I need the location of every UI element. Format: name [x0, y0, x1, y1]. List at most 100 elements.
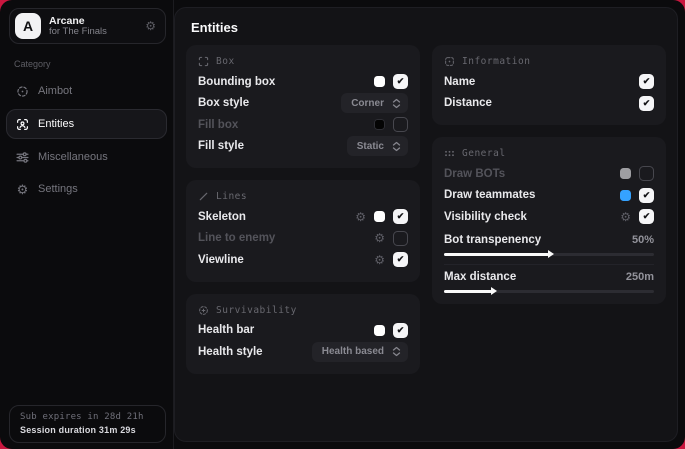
sidebar: A Arcane for The Finals ⚙ Category Aimbo…	[0, 0, 174, 449]
slider-thumb[interactable]	[548, 250, 554, 258]
profile-gear-icon[interactable]: ⚙	[145, 20, 156, 32]
draw-teammates-checkbox[interactable]: ✔	[639, 188, 654, 203]
fill-box-color-swatch[interactable]	[374, 119, 385, 130]
skeleton-settings-icon[interactable]: ⚙	[355, 211, 366, 223]
sidebar-nav: Aimbot Entities Miscellaneous ⚙ Settings	[0, 77, 173, 203]
dropdown-value: Corner	[351, 98, 384, 109]
row-visibility-check: Visibility check ⚙ ✔	[444, 206, 654, 228]
viewline-settings-icon[interactable]: ⚙	[374, 254, 385, 266]
check-icon: ✔	[643, 98, 651, 109]
entity-scan-icon	[16, 118, 29, 131]
check-icon: ✔	[643, 190, 651, 201]
section-label: Information	[462, 56, 530, 67]
max-distance-value: 250m	[626, 271, 654, 283]
distance-checkbox[interactable]: ✔	[639, 96, 654, 111]
crosshair-icon	[16, 85, 29, 98]
row-draw-bots: Draw BOTs	[444, 163, 654, 185]
app-logo: A	[15, 13, 41, 39]
check-icon: ✔	[397, 76, 405, 87]
row-distance: Distance ✔	[444, 93, 654, 115]
dropdown-value: Static	[357, 141, 384, 152]
check-icon: ✔	[643, 76, 651, 87]
health-bar-checkbox[interactable]: ✔	[393, 323, 408, 338]
sliders-icon	[16, 151, 29, 164]
bounding-box-color-swatch[interactable]	[374, 76, 385, 87]
section-survivability: Survivability Health bar ✔ Health style …	[186, 294, 420, 374]
row-draw-teammates: Draw teammates ✔	[444, 185, 654, 207]
draw-teammates-color-swatch[interactable]	[620, 190, 631, 201]
health-style-dropdown[interactable]: Health based	[312, 342, 408, 362]
bot-transparency-slider-group: Bot transpenency 50%	[444, 231, 654, 256]
dropdown-value: Health based	[322, 346, 384, 357]
bot-transparency-value: 50%	[632, 234, 654, 246]
app-window: A Arcane for The Finals ⚙ Category Aimbo…	[0, 0, 685, 449]
max-distance-slider-group: Max distance 250m	[444, 268, 654, 293]
section-lines: Lines Skeleton ⚙ ✔ Line to enemy ⚙	[186, 180, 420, 282]
check-icon: ✔	[397, 254, 405, 265]
row-health-style: Health style Health based	[198, 341, 408, 363]
fill-box-checkbox[interactable]	[393, 117, 408, 132]
max-distance-slider[interactable]	[444, 290, 654, 293]
row-fill-style: Fill style Static	[198, 136, 408, 158]
skeleton-color-swatch[interactable]	[374, 211, 385, 222]
skeleton-checkbox[interactable]: ✔	[393, 209, 408, 224]
main-panel: Entities Box Bounding box	[174, 7, 678, 442]
visibility-check-settings-icon[interactable]: ⚙	[620, 211, 631, 223]
line-to-enemy-checkbox[interactable]	[393, 231, 408, 246]
line-to-enemy-settings-icon[interactable]: ⚙	[374, 232, 385, 244]
health-bar-color-swatch[interactable]	[374, 325, 385, 336]
subscription-info-card: Sub expires in 28d 21h Session duration …	[9, 405, 166, 443]
app-title: Arcane	[49, 15, 107, 27]
draw-bots-color-swatch[interactable]	[620, 168, 631, 179]
visibility-check-checkbox[interactable]: ✔	[639, 209, 654, 224]
sidebar-item-label: Entities	[38, 118, 74, 130]
section-label: Lines	[216, 191, 247, 202]
check-icon: ✔	[397, 325, 405, 336]
chevrons-up-down-icon	[392, 98, 401, 109]
row-viewline: Viewline ⚙ ✔	[198, 249, 408, 271]
sidebar-item-label: Settings	[38, 183, 78, 195]
name-checkbox[interactable]: ✔	[639, 74, 654, 89]
slider-thumb[interactable]	[491, 287, 497, 295]
row-health-bar: Health bar ✔	[198, 320, 408, 342]
sidebar-item-label: Aimbot	[38, 85, 72, 97]
row-fill-box: Fill box	[198, 114, 408, 136]
sidebar-item-miscellaneous[interactable]: Miscellaneous	[6, 143, 167, 171]
fill-style-dropdown[interactable]: Static	[347, 136, 408, 156]
box-style-dropdown[interactable]: Corner	[341, 93, 408, 113]
section-box-header: Box	[198, 53, 408, 71]
row-bounding-box: Bounding box ✔	[198, 71, 408, 93]
left-column: Box Bounding box ✔ Box style Corner	[186, 45, 420, 374]
settings-grid: Box Bounding box ✔ Box style Corner	[175, 45, 677, 374]
page-title: Entities	[175, 8, 677, 45]
chevrons-up-down-icon	[392, 346, 401, 357]
section-general-header: General	[444, 145, 654, 163]
sidebar-item-settings[interactable]: ⚙ Settings	[6, 175, 167, 203]
dashed-circle-icon	[198, 305, 209, 316]
divider	[444, 264, 654, 265]
viewline-checkbox[interactable]: ✔	[393, 252, 408, 267]
section-lines-header: Lines	[198, 188, 408, 206]
sidebar-item-entities[interactable]: Entities	[6, 109, 167, 139]
sidebar-item-aimbot[interactable]: Aimbot	[6, 77, 167, 105]
draw-bots-checkbox[interactable]	[639, 166, 654, 181]
app-text: Arcane for The Finals	[49, 15, 107, 38]
chevrons-up-down-icon	[392, 141, 401, 152]
sub-expires-text: Sub expires in 28d 21h	[20, 412, 155, 422]
diagonal-line-icon	[198, 191, 209, 202]
section-label: Box	[216, 56, 235, 67]
section-information: Information Name ✔ Distance ✔	[432, 45, 666, 125]
info-frame-icon	[444, 56, 455, 67]
row-name: Name ✔	[444, 71, 654, 93]
app-profile-card[interactable]: A Arcane for The Finals ⚙	[9, 8, 166, 44]
app-subtitle: for The Finals	[49, 27, 107, 38]
session-duration-text: Session duration 31m 29s	[20, 425, 155, 435]
bot-transparency-slider[interactable]	[444, 253, 654, 256]
gear-icon: ⚙	[16, 183, 29, 196]
row-box-style: Box style Corner	[198, 93, 408, 115]
bounding-box-checkbox[interactable]: ✔	[393, 74, 408, 89]
section-survivability-header: Survivability	[198, 302, 408, 320]
section-information-header: Information	[444, 53, 654, 71]
section-box: Box Bounding box ✔ Box style Corner	[186, 45, 420, 168]
section-general: General Draw BOTs Draw teammates ✔	[432, 137, 666, 304]
